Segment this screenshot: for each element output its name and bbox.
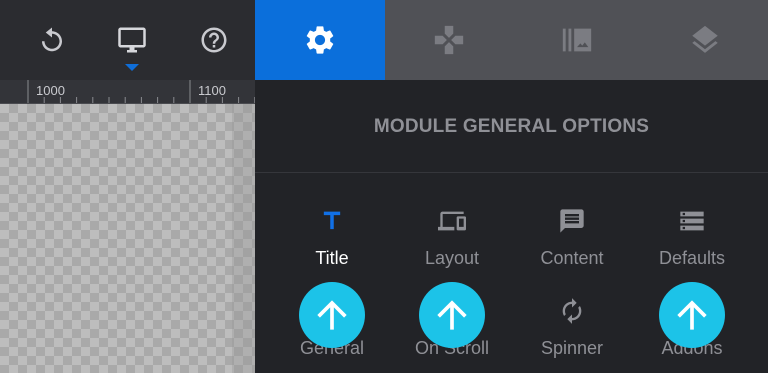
storage-icon xyxy=(680,211,704,231)
refresh-icon xyxy=(562,298,582,324)
tab-settings[interactable] xyxy=(255,0,385,80)
settings-tabbar xyxy=(255,0,768,80)
panel-title: MODULE GENERAL OPTIONS xyxy=(373,116,650,137)
gamepad-icon xyxy=(434,25,464,55)
up-arrow-badge-addons xyxy=(659,282,725,348)
option-layout-label: Layout xyxy=(424,248,480,268)
option-title-label: Title xyxy=(315,248,349,268)
option-content-label: Content xyxy=(540,248,604,268)
ruler-label-1100: 1100 xyxy=(198,83,226,98)
up-arrow-badge-on-scroll xyxy=(419,282,485,348)
desktop-icon xyxy=(118,27,146,53)
help-button[interactable] xyxy=(196,22,232,58)
up-arrow-icon xyxy=(317,300,347,330)
up-arrow-icon xyxy=(437,300,467,330)
panel-divider xyxy=(255,172,768,173)
horizontal-ruler: 1000 1100 xyxy=(0,80,255,104)
tab-gamepad[interactable] xyxy=(385,0,513,80)
tab-layers[interactable] xyxy=(641,0,768,80)
undo-button[interactable] xyxy=(34,22,70,58)
up-arrow-icon xyxy=(677,300,707,330)
undo-icon xyxy=(42,27,62,52)
left-toolbar xyxy=(0,0,255,80)
up-arrow-badge-general xyxy=(299,282,365,348)
desktop-view-button[interactable] xyxy=(114,22,150,58)
message-icon xyxy=(560,209,584,233)
gallery-icon xyxy=(562,28,592,52)
transparent-canvas[interactable] xyxy=(0,104,255,373)
help-icon xyxy=(201,27,227,53)
tab-gallery[interactable] xyxy=(513,0,641,80)
option-title[interactable]: Title xyxy=(272,206,392,269)
gear-icon xyxy=(306,26,334,54)
canvas-edge-shade xyxy=(232,104,255,373)
option-defaults-label: Defaults xyxy=(658,248,726,268)
active-view-caret xyxy=(125,64,139,71)
ruler-label-1000: 1000 xyxy=(36,83,65,98)
title-t-icon xyxy=(323,211,341,230)
devices-icon xyxy=(438,211,466,231)
option-spinner-label: Spinner xyxy=(540,338,604,358)
option-content[interactable]: Content xyxy=(512,206,632,269)
option-defaults[interactable]: Defaults xyxy=(632,206,752,269)
option-layout[interactable]: Layout xyxy=(392,206,512,269)
layers-icon xyxy=(691,25,718,53)
option-spinner[interactable]: Spinner xyxy=(512,296,632,359)
